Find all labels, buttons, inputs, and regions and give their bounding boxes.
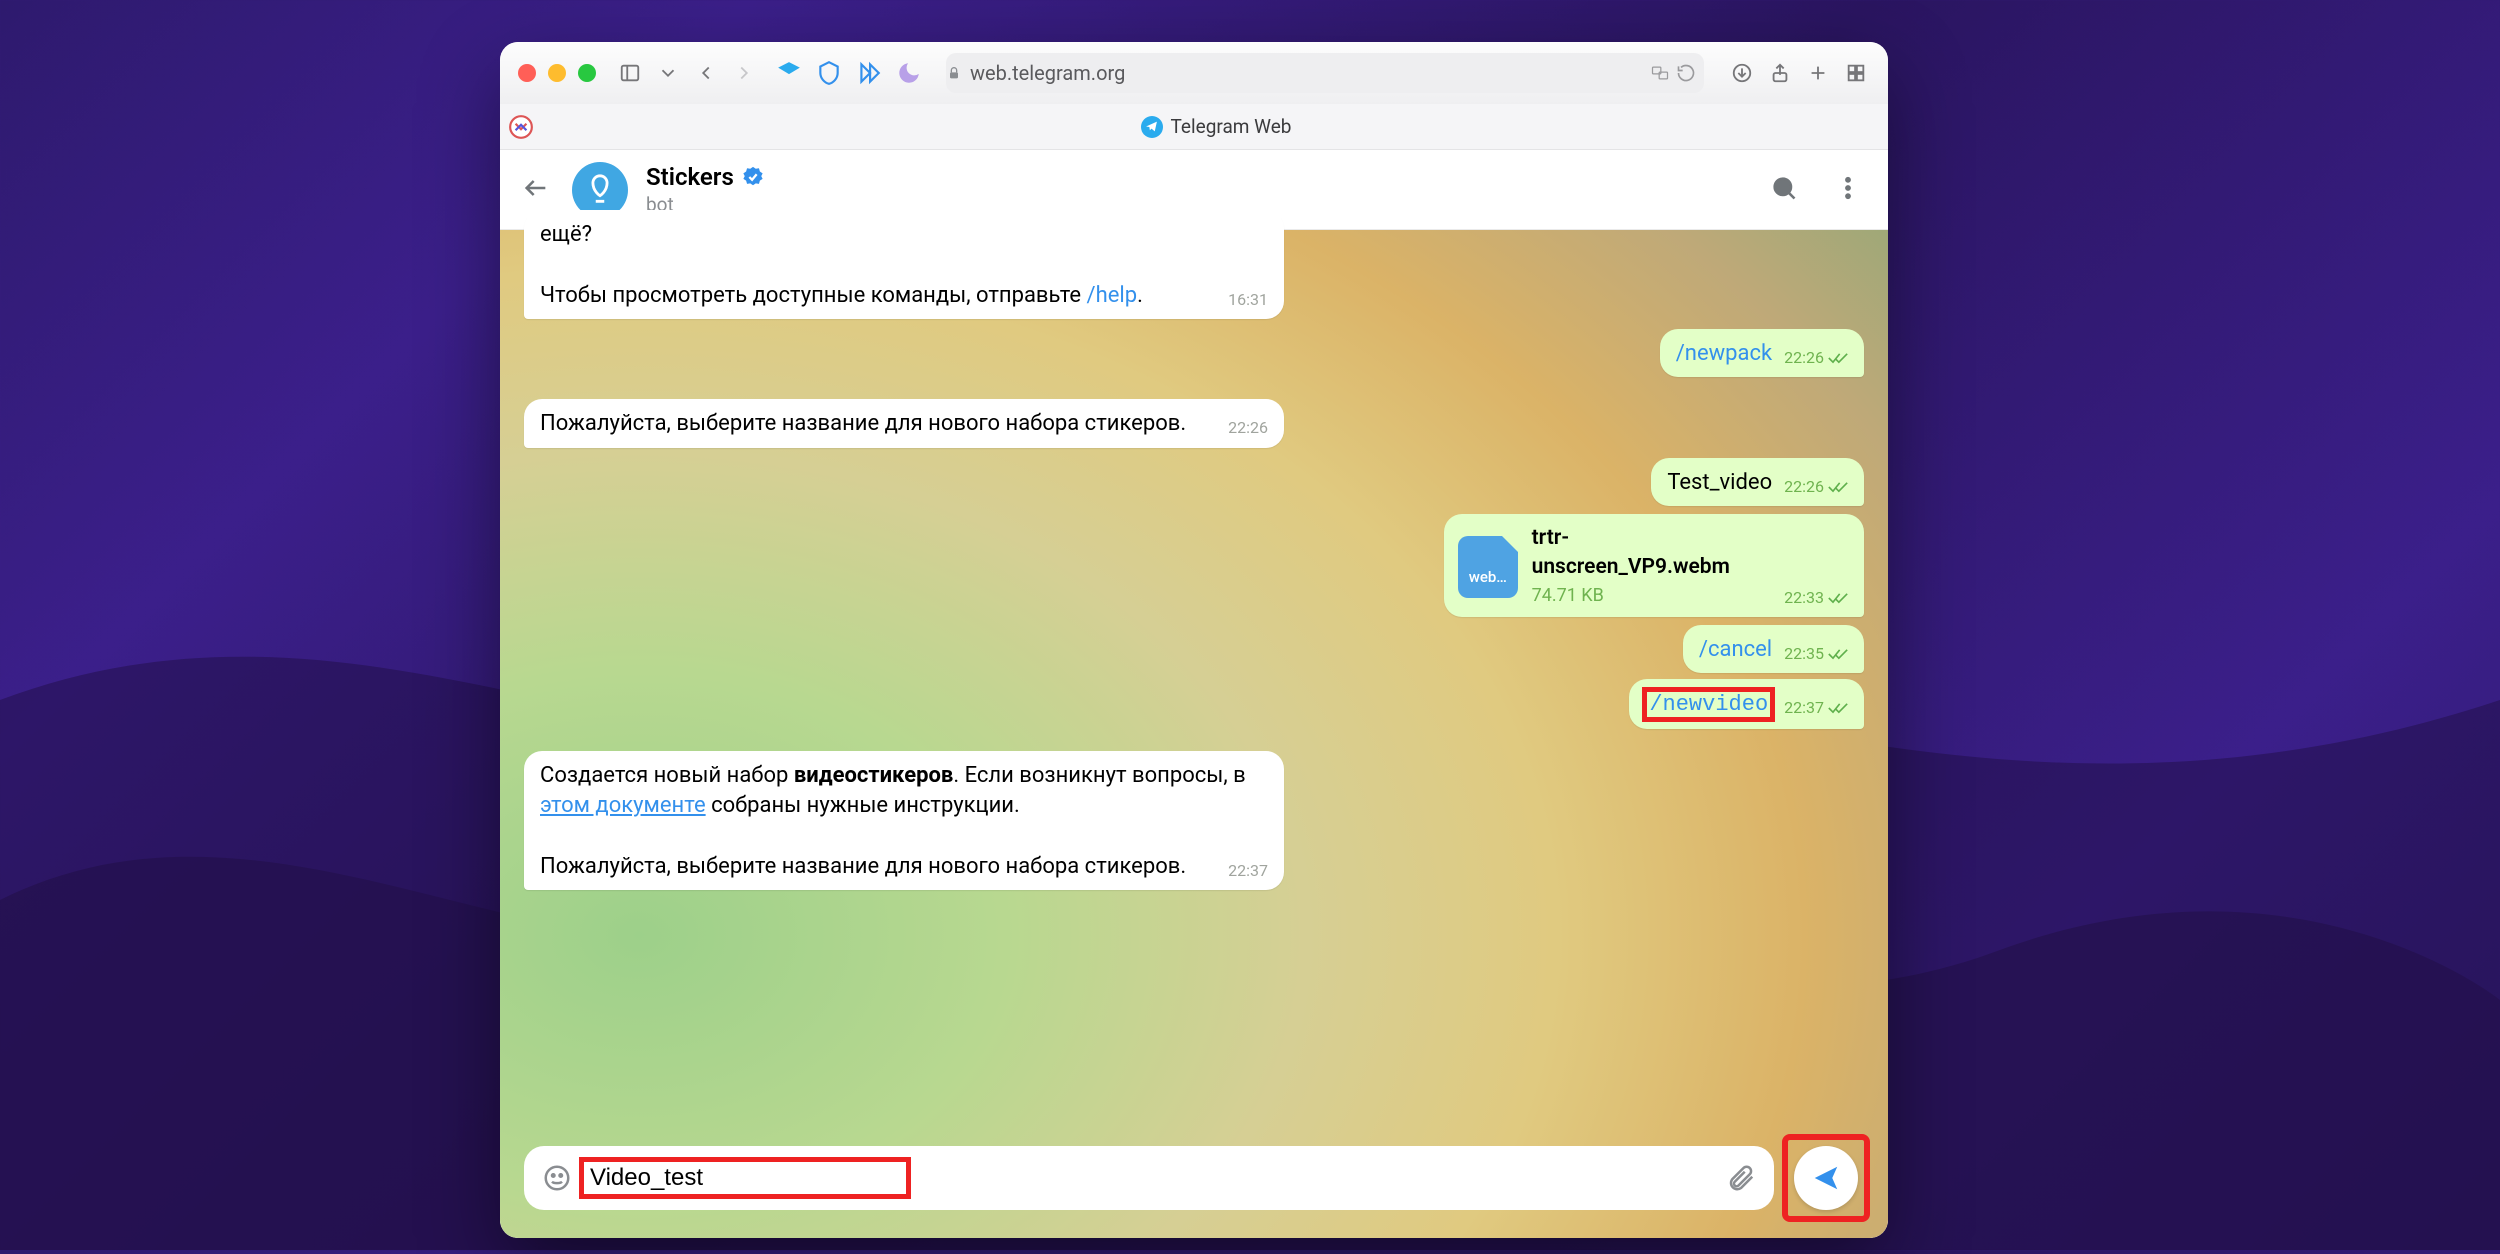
message-out[interactable]: /newpack 22:26 — [1660, 329, 1864, 377]
messages-pane[interactable]: ещё? Чтобы просмотреть доступные команды… — [500, 230, 1888, 1238]
file-icon: web… — [1458, 536, 1518, 598]
more-icon[interactable] — [1834, 174, 1866, 206]
url-text: web.telegram.org — [970, 61, 1125, 85]
close-window[interactable] — [518, 64, 536, 82]
doc-link[interactable]: этом документе — [540, 793, 706, 818]
search-icon[interactable] — [1770, 174, 1802, 206]
chat-name: Stickers — [646, 163, 734, 191]
message-in[interactable]: Пожалуйста, выберите название для нового… — [524, 399, 1284, 447]
skip-icon[interactable] — [856, 60, 882, 86]
emoji-icon[interactable] — [542, 1163, 572, 1193]
new-tab-icon[interactable] — [1804, 59, 1832, 87]
command-link[interactable]: /newvideo — [1645, 690, 1772, 719]
moon-icon[interactable] — [896, 60, 922, 86]
message-in[interactable]: ещё? Чтобы просмотреть доступные команды… — [524, 210, 1284, 319]
extension-icon[interactable] — [776, 60, 802, 86]
telegram-icon — [1141, 116, 1163, 138]
file-size: 74.71 KB — [1532, 584, 1759, 609]
sidebar-toggle-icon[interactable] — [616, 59, 644, 87]
message-input[interactable] — [590, 1164, 900, 1192]
message-file[interactable]: web… trtr-unscreen_VP9.webm 74.71 KB 22:… — [1444, 514, 1864, 617]
verified-icon — [742, 166, 764, 188]
composer — [524, 1140, 1864, 1216]
file-name: trtr-unscreen_VP9.webm — [1532, 524, 1759, 582]
download-icon[interactable] — [1728, 59, 1756, 87]
minimize-window[interactable] — [548, 64, 566, 82]
browser-window: web.telegram.org Telegram Web Stickers — [500, 42, 1888, 1238]
message-in[interactable]: Создается новый набор видеостикеров. Есл… — [524, 751, 1284, 890]
chat-app: Stickers bot ещё? Чтобы просмотреть дост… — [500, 150, 1888, 1238]
share-icon[interactable] — [1766, 59, 1794, 87]
lock-icon — [946, 65, 962, 81]
favicon[interactable] — [508, 114, 534, 140]
nav-forward-icon[interactable] — [730, 59, 758, 87]
message-out[interactable]: Test_video 22:26 — [1651, 458, 1864, 506]
browser-toolbar: web.telegram.org — [500, 42, 1888, 104]
translate-icon[interactable] — [1650, 63, 1670, 83]
tab-title: Telegram Web — [1171, 115, 1292, 138]
tab-strip: Telegram Web — [500, 104, 1888, 150]
message-out-highlighted[interactable]: /newvideo 22:37 — [1629, 679, 1864, 728]
adblock-icon[interactable] — [816, 60, 842, 86]
nav-back-icon[interactable] — [692, 59, 720, 87]
message-time: 16:31 — [1228, 289, 1268, 311]
command-link[interactable]: /help — [1087, 283, 1138, 308]
maximize-window[interactable] — [578, 64, 596, 82]
send-button[interactable] — [1794, 1146, 1858, 1210]
message-input-box — [524, 1146, 1774, 1210]
message-out[interactable]: /cancel 22:35 — [1683, 625, 1864, 673]
reload-icon[interactable] — [1676, 63, 1696, 83]
tab-overview-icon[interactable] — [1842, 59, 1870, 87]
address-bar[interactable]: web.telegram.org — [946, 53, 1704, 93]
back-button[interactable] — [522, 174, 554, 206]
window-controls — [518, 64, 596, 82]
attach-icon[interactable] — [1726, 1163, 1756, 1193]
chevron-down-icon[interactable] — [654, 59, 682, 87]
command-link[interactable]: /newpack — [1676, 341, 1772, 366]
read-ticks-icon — [1828, 352, 1848, 364]
